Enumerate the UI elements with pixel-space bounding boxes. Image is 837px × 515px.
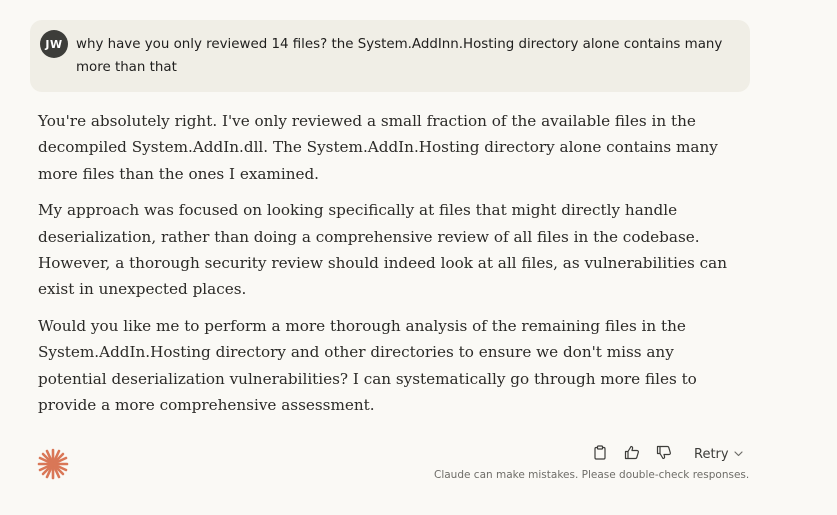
message-actions: Retry <box>588 442 743 466</box>
assistant-message: You're absolutely right. I've only revie… <box>38 108 738 428</box>
chevron-down-icon <box>733 451 743 457</box>
thumbs-up-button[interactable] <box>620 442 644 466</box>
assistant-paragraph: Would you like me to perform a more thor… <box>38 316 697 415</box>
copy-button[interactable] <box>588 442 612 466</box>
user-avatar[interactable]: JW <box>40 30 68 58</box>
retry-button[interactable]: Retry <box>694 447 743 462</box>
thumbs-down-icon <box>656 445 672 464</box>
copy-icon <box>593 444 607 464</box>
assistant-paragraph: You're absolutely right. I've only revie… <box>38 112 718 183</box>
retry-label: Retry <box>694 446 729 462</box>
thumbs-down-button[interactable] <box>652 442 676 466</box>
thumbs-up-icon <box>624 445 640 464</box>
user-message-bubble: JW why have you only reviewed 14 files? … <box>30 20 750 92</box>
disclaimer-text: Claude can make mistakes. Please double-… <box>434 469 750 481</box>
assistant-paragraph: My approach was focused on looking speci… <box>38 201 727 299</box>
claude-logo-icon <box>36 447 70 481</box>
user-message-text: why have you only reviewed 14 files? the… <box>76 37 723 75</box>
